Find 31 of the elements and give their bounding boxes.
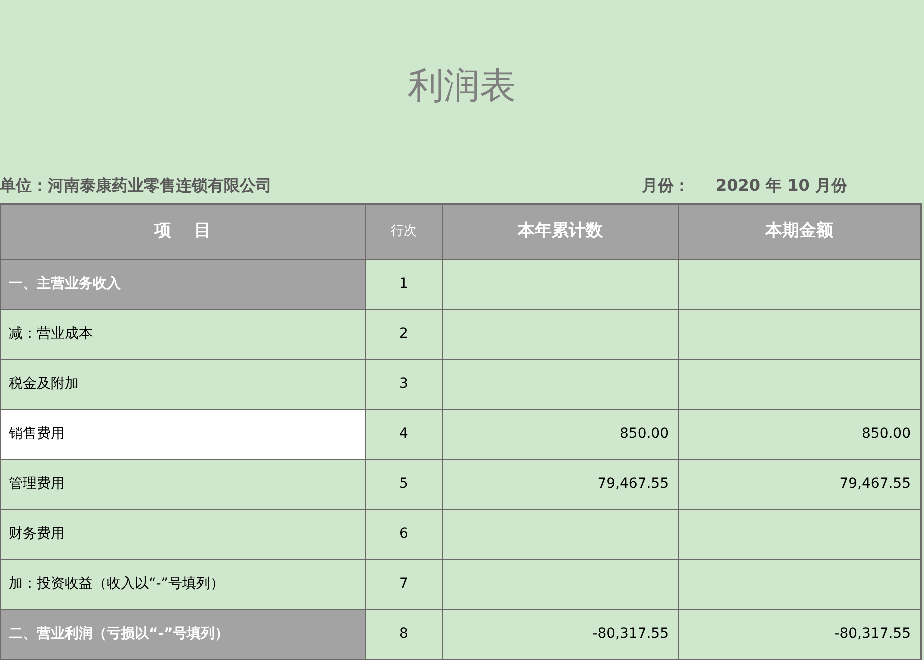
column-header: 本期金额 [679, 205, 921, 259]
table-cell: 一、主营业务收入 [1, 260, 366, 309]
table-cell: 管理费用 [1, 460, 366, 509]
column-header: 项 目 [1, 205, 366, 259]
table-cell: 销售费用 [1, 410, 366, 459]
table-cell: 7 [366, 560, 443, 609]
report-title: 利润表 [408, 65, 516, 110]
unit-label: 单位： [0, 174, 48, 197]
table-cell: 减：营业成本 [1, 310, 366, 359]
table-cell: 税金及附加 [1, 360, 366, 409]
table-cell: 3 [366, 360, 443, 409]
table-cell: 8 [366, 610, 443, 659]
table-cell: 加：投资收益（收入以“-”号填列） [1, 560, 366, 609]
column-header: 本年累计数 [443, 205, 679, 259]
table-cell: -80,317.55 [443, 610, 679, 659]
table-cell: 850.00 [679, 410, 921, 459]
table-cell: 79,467.55 [679, 460, 921, 509]
table-cell: 79,467.55 [443, 460, 679, 509]
table-cell: 6 [366, 510, 443, 559]
company-name: 河南泰康药业零售连锁有限公司 [48, 174, 272, 197]
period-value: 2020 年 10 月份 [716, 174, 848, 197]
table-cell: 5 [366, 460, 443, 509]
table-cell: 2 [366, 310, 443, 359]
table-cell: 4 [366, 410, 443, 459]
table-cell: -80,317.55 [679, 610, 921, 659]
period-label: 月份： [642, 174, 690, 197]
table-cell: 850.00 [443, 410, 679, 459]
table-cell: 二、营业利润（亏损以“-”号填列） [1, 610, 366, 659]
table-cell: 财务费用 [1, 510, 366, 559]
table-cell: 1 [366, 260, 443, 309]
column-header: 行次 [366, 205, 443, 259]
